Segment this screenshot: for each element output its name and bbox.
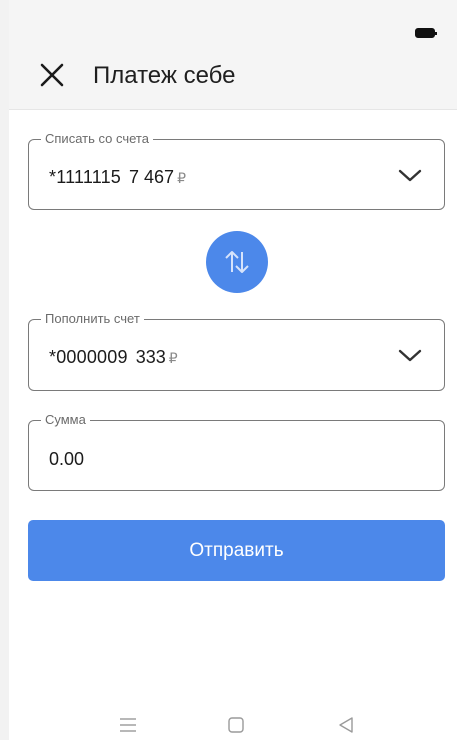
menu-icon	[120, 718, 136, 732]
app-header: Платеж себе	[9, 0, 457, 110]
amount-field: Сумма	[28, 412, 445, 491]
to-account-dropdown-toggle[interactable]	[398, 348, 422, 364]
amount-label: Сумма	[41, 412, 90, 428]
menu-nav-button[interactable]	[117, 716, 139, 734]
swap-accounts-button[interactable]	[206, 231, 268, 293]
from-account-dropdown-toggle[interactable]	[398, 168, 422, 184]
amount-input[interactable]	[49, 447, 409, 471]
send-button[interactable]: Отправить	[28, 520, 445, 581]
swap-arrows-icon	[225, 251, 249, 273]
to-account-value: *0000009 333 ₽	[49, 346, 178, 369]
to-account-balance: 333	[135, 347, 166, 367]
page-title: Платеж себе	[93, 62, 236, 89]
system-navigation-bar	[9, 700, 457, 740]
home-nav-button[interactable]	[225, 716, 247, 734]
chevron-down-icon	[398, 349, 422, 362]
to-account-currency: ₽	[168, 350, 178, 366]
close-button[interactable]	[39, 62, 65, 88]
battery-icon	[415, 28, 437, 38]
to-account-number: *0000009	[49, 347, 128, 367]
home-icon	[228, 717, 244, 733]
from-account-number: *1111115	[49, 167, 122, 187]
from-account-balance: 7 467	[129, 167, 175, 187]
to-account-label: Пополнить счет	[41, 311, 144, 327]
back-nav-button[interactable]	[335, 716, 357, 734]
from-account-value: *1111115 7 467 ₽	[49, 166, 186, 189]
back-icon	[339, 717, 353, 733]
from-account-select[interactable]: Списать со счета *1111115 7 467 ₽	[28, 131, 445, 210]
left-edge-strip	[0, 0, 9, 740]
from-account-currency: ₽	[177, 170, 186, 186]
chevron-down-icon	[398, 169, 422, 182]
close-icon	[40, 63, 64, 87]
to-account-select[interactable]: Пополнить счет *0000009 333 ₽	[28, 311, 445, 391]
from-account-label: Списать со счета	[41, 131, 153, 147]
